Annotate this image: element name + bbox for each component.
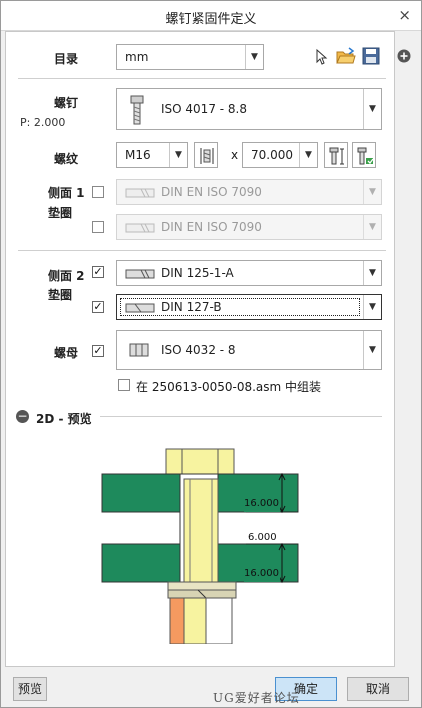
auto-length-button[interactable] — [352, 142, 376, 168]
side2-washer2-select[interactable]: DIN 127-B ▼ — [116, 294, 382, 320]
washer-icon — [125, 223, 155, 233]
nut-value: ISO 4032 - 8 — [161, 343, 236, 357]
chevron-down-icon: ▼ — [299, 143, 317, 167]
screw-icon — [130, 95, 144, 125]
catalog-select[interactable]: mm ▼ — [116, 44, 264, 70]
assemble-text: 在 250613-0050-08.asm 中组装 — [136, 380, 322, 394]
thread-length-button[interactable] — [194, 142, 218, 168]
side2-label: 侧面 2 — [48, 269, 85, 283]
chevron-down-icon: ▼ — [363, 89, 381, 129]
chevron-down-icon: ▼ — [363, 215, 381, 239]
screw-select[interactable]: ISO 4017 - 8.8 ▼ — [116, 88, 382, 130]
nut-label: 螺母 — [54, 346, 79, 360]
add-icon[interactable] — [397, 49, 411, 63]
thread-diameter-value: M16 — [125, 148, 151, 162]
washer-icon — [125, 269, 155, 279]
times-symbol: x — [231, 148, 239, 162]
nut-checkbox[interactable]: ✓ — [92, 345, 104, 357]
side1-washer1-value: DIN EN ISO 7090 — [161, 185, 262, 199]
preview-drawing — [101, 448, 299, 644]
title-bar: 螺钉紧固件定义 × — [1, 1, 421, 31]
assemble-checkbox[interactable] — [118, 379, 130, 391]
chevron-down-icon: ▼ — [169, 143, 187, 167]
dim-gap-label: 6.000 — [248, 532, 277, 543]
catalog-label: 目录 — [54, 52, 79, 66]
washer-icon — [125, 188, 155, 198]
side1-washer-label: 垫圈 — [48, 206, 73, 220]
side1-label: 侧面 1 — [48, 186, 85, 200]
screw-label: 螺钉 — [54, 96, 79, 110]
chevron-down-icon: ▼ — [245, 45, 263, 69]
screw-length-value: 70.000 — [251, 148, 293, 162]
separator — [18, 78, 386, 79]
pitch-text: P: 2.000 — [20, 116, 66, 129]
chevron-down-icon: ▼ — [363, 180, 381, 204]
screw-length-select[interactable]: 70.000 ▼ — [242, 142, 318, 168]
side1-washer2-checkbox[interactable] — [92, 221, 104, 233]
side2-washer1-value: DIN 125-1-A — [161, 266, 234, 280]
chevron-down-icon: ▼ — [363, 295, 381, 319]
thread-diameter-select[interactable]: M16 ▼ — [116, 142, 188, 168]
dialog-title: 螺钉紧固件定义 — [165, 12, 257, 27]
save-icon[interactable] — [362, 47, 380, 65]
length-measure-button[interactable] — [324, 142, 348, 168]
collapse-toggle-icon[interactable]: − — [16, 410, 29, 423]
dim-top-label: 16.000 — [244, 498, 279, 509]
nut-select[interactable]: ISO 4032 - 8 ▼ — [116, 330, 382, 370]
spring-washer-icon — [125, 303, 155, 313]
side2-washer2-checkbox[interactable]: ✓ — [92, 301, 104, 313]
side1-washer2-select[interactable]: DIN EN ISO 7090 ▼ — [116, 214, 382, 240]
thread-length-icon — [200, 148, 214, 164]
fastener-dialog: 螺钉紧固件定义 × 目录 mm ▼ 螺钉 P: 2.000 ISO 4017 -… — [0, 0, 422, 708]
auto-length-icon — [357, 147, 374, 165]
flat-washer — [167, 581, 237, 591]
watermark-text: UG爱好者论坛 www.UGSNX.com — [213, 691, 334, 708]
dialog-content: 目录 mm ▼ 螺钉 P: 2.000 ISO 4017 - 8.8 ▼ 螺纹 … — [5, 31, 395, 667]
side2-washer2-value: DIN 127-B — [161, 300, 222, 314]
chevron-down-icon: ▼ — [363, 331, 381, 369]
separator — [18, 250, 386, 251]
side1-washer1-select[interactable]: DIN EN ISO 7090 ▼ — [116, 179, 382, 205]
open-folder-icon[interactable] — [336, 47, 356, 65]
side-strip — [395, 31, 421, 667]
side2-washer1-select[interactable]: DIN 125-1-A ▼ — [116, 260, 382, 286]
side2-washer-label: 垫圈 — [48, 288, 73, 302]
dim-bottom-label: 16.000 — [244, 568, 279, 579]
preview-section-label: 2D - 预览 — [36, 412, 92, 426]
thread-label: 螺纹 — [54, 152, 79, 166]
side1-washer1-checkbox[interactable] — [92, 186, 104, 198]
side1-washer2-value: DIN EN ISO 7090 — [161, 220, 262, 234]
chevron-down-icon: ▼ — [363, 261, 381, 285]
side2-washer1-checkbox[interactable]: ✓ — [92, 266, 104, 278]
nut-icon — [129, 343, 149, 357]
section-divider — [100, 416, 382, 417]
close-icon[interactable]: × — [398, 6, 411, 24]
catalog-value: mm — [125, 50, 149, 64]
screw-value: ISO 4017 - 8.8 — [161, 102, 247, 116]
preview-button[interactable]: 预览 — [13, 677, 47, 701]
screw-measure-icon — [329, 147, 344, 165]
cursor-select-icon[interactable] — [314, 48, 328, 66]
focus-outline — [120, 298, 360, 316]
